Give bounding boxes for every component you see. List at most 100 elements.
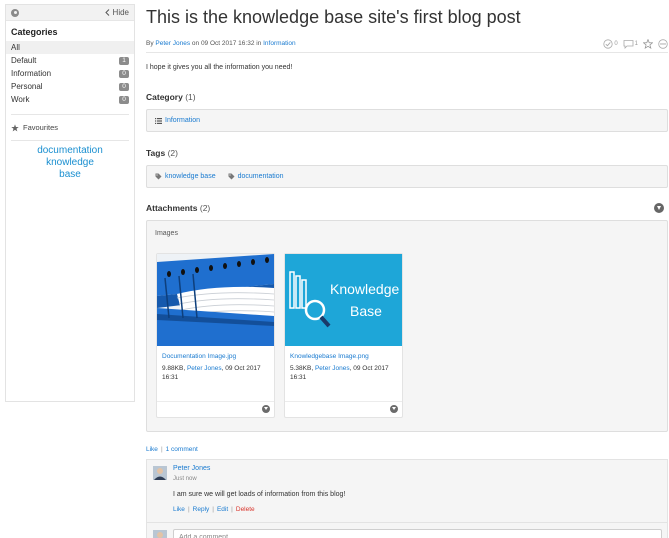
star-icon[interactable]: [643, 38, 653, 49]
attachment-name-link[interactable]: Documentation Image.jpg: [157, 346, 274, 360]
post-title: This is the knowledge base site's first …: [146, 7, 521, 27]
comment-like-link[interactable]: Like: [173, 506, 185, 513]
attachment-author-link[interactable]: Peter Jones: [315, 365, 350, 372]
sidebar-toolbar: Hide: [6, 5, 134, 21]
attachment-meta: 9.88KB, Peter Jones, 09 Oct 2017 16:31: [157, 360, 274, 382]
category-count-badge: 0: [119, 82, 129, 91]
separator: |: [212, 506, 214, 513]
category-count-badge: 0: [119, 69, 129, 78]
attachment-card[interactable]: Documentation Image.jpg 9.88KB, Peter Jo…: [156, 253, 275, 418]
tag-cloud-item-base[interactable]: base: [59, 169, 81, 180]
file-size: 9.88KB,: [162, 365, 186, 372]
category-item-personal[interactable]: Personal 0: [6, 80, 134, 93]
category-label: All: [11, 43, 20, 52]
download-icon[interactable]: [390, 405, 398, 413]
sidebar: Hide Categories All Default 1 Informatio…: [5, 4, 135, 402]
tag-icon: [228, 173, 235, 180]
category-count-badge: 0: [119, 95, 129, 104]
like-comment-bar: Like | 1 comment: [146, 446, 668, 453]
download-all-icon[interactable]: [654, 203, 664, 213]
attachment-date: , 09 Oct 2017: [221, 365, 261, 372]
knowledgebase-image-thumbnail[interactable]: Knowledge Base: [285, 254, 402, 346]
star-icon: [11, 123, 19, 131]
divider: [147, 522, 667, 523]
attachment-footer: [157, 401, 274, 417]
tag-chip-knowledge-base[interactable]: knowledge base: [155, 173, 216, 180]
comment-button[interactable]: 1: [623, 39, 638, 49]
approve-button[interactable]: 0: [603, 38, 618, 49]
download-icon[interactable]: [262, 405, 270, 413]
comment-edit-link[interactable]: Edit: [217, 506, 228, 513]
comment-timestamp: Just now: [173, 476, 197, 482]
comment-actions: Like | Reply | Edit | Delete: [173, 506, 255, 513]
tag-cloud: documentation knowledge base: [6, 141, 134, 185]
category-label: Default: [11, 56, 37, 65]
category-item-all[interactable]: All: [6, 41, 134, 54]
category-label: Work: [11, 95, 30, 104]
attachment-time: 16:31: [162, 374, 179, 381]
gear-icon[interactable]: [11, 8, 19, 17]
comment-text: I am sure we will get loads of informati…: [173, 491, 346, 498]
chevron-left-icon: [104, 9, 109, 16]
comment-count-link[interactable]: 1 comment: [166, 446, 198, 453]
attachments-heading: Attachments (2): [146, 203, 210, 213]
comment-icon: [623, 39, 634, 49]
attachment-meta: 5.38KB, Peter Jones, 09 Oct 2017 16:31: [285, 360, 402, 382]
avatar[interactable]: [153, 466, 167, 480]
category-box: Information: [146, 109, 668, 132]
post-actions: 0 1: [603, 38, 668, 49]
post-meta: By Peter Jones on 09 Oct 2017 16:32 in I…: [146, 40, 296, 47]
category-count-badge: 1: [119, 56, 129, 65]
attachment-author-link[interactable]: Peter Jones: [187, 365, 222, 372]
post-byline: By Peter Jones on 09 Oct 2017 16:32 in I…: [146, 32, 668, 50]
blog-post: This is the knowledge base site's first …: [146, 0, 668, 538]
kb-image-text-line2: Base: [350, 303, 382, 319]
category-link[interactable]: Information: [263, 40, 296, 47]
attachments-count: (2): [199, 203, 211, 213]
comments-section: Peter Jones Just now I am sure we will g…: [146, 459, 668, 538]
comment-count: 1: [634, 40, 638, 47]
approve-count: 0: [614, 40, 618, 47]
separator: |: [231, 506, 233, 513]
category-item-default[interactable]: Default 1: [6, 54, 134, 67]
user-avatar-image: [153, 530, 167, 538]
separator: |: [187, 506, 190, 513]
comment-author-link[interactable]: Peter Jones: [173, 465, 210, 472]
binders-image: [157, 254, 274, 346]
category-chip[interactable]: Information: [155, 117, 200, 124]
attachment-time: 16:31: [290, 374, 307, 381]
attachment-card[interactable]: Knowledge Base Knowledgebase Image.png 5…: [284, 253, 403, 418]
list-icon: [155, 117, 162, 124]
attachment-footer: [285, 401, 402, 417]
attachments-box: Images Documentation Image.jpg 9.88KB, P…: [146, 220, 668, 432]
category-heading-label: Category: [146, 92, 183, 102]
attachment-date: , 09 Oct 2017: [349, 365, 389, 372]
more-options-icon[interactable]: [658, 38, 668, 49]
tag-cloud-item-documentation[interactable]: documentation: [37, 145, 103, 156]
tags-box: knowledge base documentation: [146, 165, 668, 188]
category-label: Personal: [11, 82, 43, 91]
attachment-name-link[interactable]: Knowledgebase Image.png: [285, 346, 402, 360]
tags-count: (2): [167, 148, 178, 158]
user-avatar-image: [153, 466, 167, 480]
comment-reply-link[interactable]: Reply: [193, 506, 210, 513]
documentation-image-thumbnail[interactable]: [157, 254, 274, 346]
author-link[interactable]: Peter Jones: [155, 40, 190, 47]
avatar: [153, 530, 167, 538]
comment-delete-link[interactable]: Delete: [236, 506, 255, 513]
tag-cloud-item-knowledge[interactable]: knowledge: [46, 157, 94, 168]
attachments-header: Attachments (2): [146, 203, 668, 213]
tag-label: documentation: [237, 173, 284, 180]
knowledge-base-image: Knowledge Base: [285, 254, 402, 346]
post-body: I hope it gives you all the information …: [146, 64, 293, 71]
add-comment-input[interactable]: [173, 529, 662, 538]
category-item-information[interactable]: Information 0: [6, 67, 134, 80]
favourites-link[interactable]: Favourites: [6, 115, 134, 140]
tag-chip-documentation[interactable]: documentation: [228, 173, 284, 180]
file-size: 5.38KB,: [290, 365, 314, 372]
like-link[interactable]: Like: [146, 446, 158, 453]
favourites-label: Favourites: [23, 123, 59, 132]
hide-sidebar-button[interactable]: Hide: [104, 8, 129, 17]
category-item-work[interactable]: Work 0: [6, 93, 134, 106]
by-prefix: By: [146, 40, 154, 47]
